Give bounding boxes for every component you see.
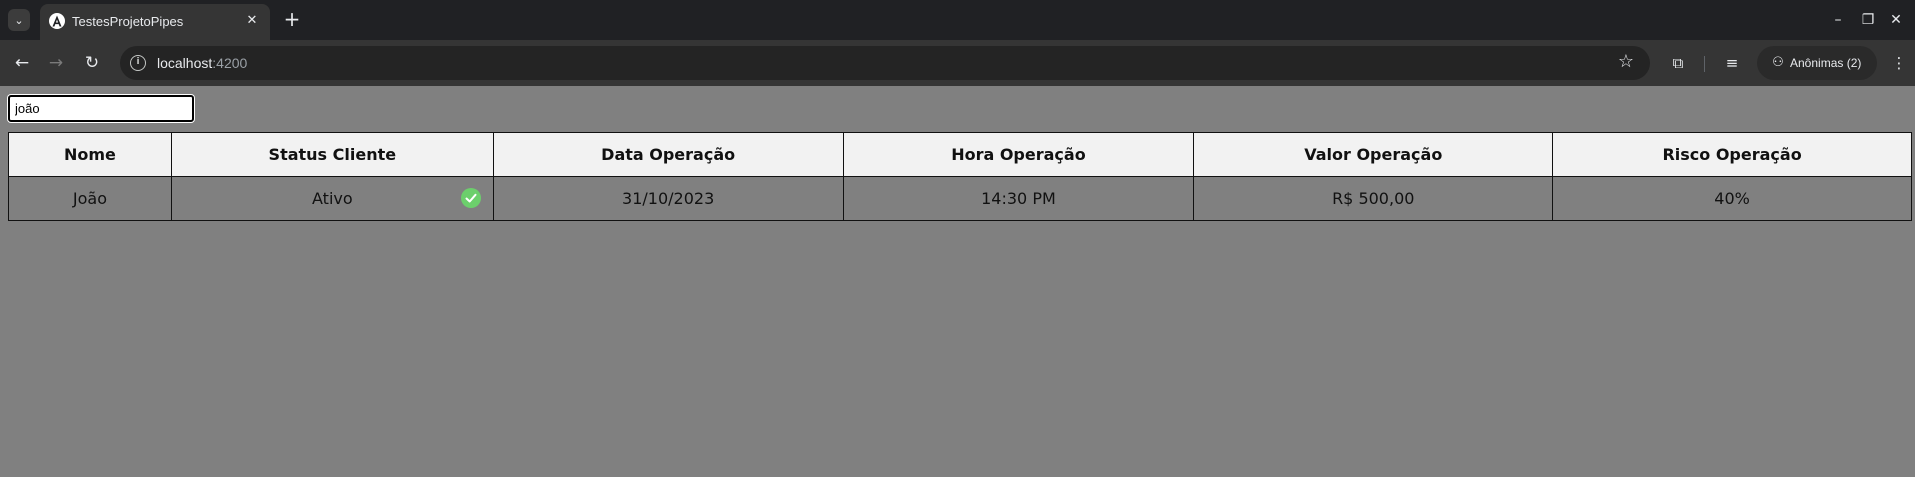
operations-table: Nome Status Cliente Data Operação Hora O… bbox=[8, 132, 1912, 221]
header-status-cliente: Status Cliente bbox=[170, 132, 494, 177]
browser-toolbar: ← → ↻ i localhost:4200 ☆ ⧉ ≡ ⚇ Anônimas … bbox=[0, 40, 1915, 86]
menu-kebab-icon[interactable]: ⋮ bbox=[1887, 51, 1911, 75]
header-nome: Nome bbox=[8, 132, 172, 177]
table-row: João Ativo 31/10/2023 14:30 PM R$ 500,00… bbox=[8, 176, 1912, 221]
close-tab-icon[interactable]: ✕ bbox=[244, 13, 260, 29]
cell-status: Ativo bbox=[170, 176, 494, 221]
new-tab-button[interactable]: + bbox=[282, 9, 302, 29]
restore-icon[interactable]: ❐ bbox=[1858, 10, 1878, 30]
forward-arrow-icon[interactable]: → bbox=[44, 51, 68, 75]
bookmark-star-icon[interactable]: ☆ bbox=[1616, 52, 1636, 72]
url-port: :4200 bbox=[212, 55, 248, 71]
chevron-down-icon: ⌄ bbox=[14, 13, 24, 27]
header-hora-operacao: Hora Operação bbox=[842, 132, 1195, 177]
tab-title: TestesProjetoPipes bbox=[72, 14, 184, 29]
cell-nome: João bbox=[8, 176, 172, 221]
media-queue-icon[interactable]: ≡ bbox=[1720, 51, 1744, 75]
extensions-puzzle-icon[interactable]: ⧉ bbox=[1666, 51, 1690, 75]
profile-label: Anônimas (2) bbox=[1790, 56, 1862, 70]
toolbar-divider bbox=[1704, 56, 1705, 72]
status-text: Ativo bbox=[312, 189, 353, 208]
address-bar[interactable]: i localhost:4200 ☆ bbox=[120, 46, 1650, 80]
header-valor-operacao: Valor Operação bbox=[1193, 132, 1554, 177]
site-info-icon[interactable]: i bbox=[130, 55, 146, 71]
page-content: Nome Status Cliente Data Operação Hora O… bbox=[0, 86, 1915, 477]
tab-active[interactable]: TestesProjetoPipes ✕ bbox=[40, 4, 270, 40]
url-text[interactable]: localhost:4200 bbox=[157, 55, 247, 71]
cell-valor-operacao: R$ 500,00 bbox=[1193, 176, 1554, 221]
check-circle-icon bbox=[460, 188, 481, 208]
minimize-icon[interactable]: – bbox=[1828, 10, 1848, 30]
back-arrow-icon[interactable]: ← bbox=[10, 51, 34, 75]
incognito-icon: ⚇ bbox=[1772, 55, 1784, 70]
close-window-icon[interactable]: ✕ bbox=[1886, 10, 1906, 30]
header-risco-operacao: Risco Operação bbox=[1552, 132, 1912, 177]
reload-icon[interactable]: ↻ bbox=[80, 51, 104, 75]
filter-input[interactable] bbox=[8, 95, 194, 122]
cell-risco-operacao: 40% bbox=[1552, 176, 1912, 221]
tab-strip: ⌄ TestesProjetoPipes ✕ + – ❐ ✕ bbox=[0, 0, 1915, 40]
cell-data-operacao: 31/10/2023 bbox=[492, 176, 844, 221]
table-header-row: Nome Status Cliente Data Operação Hora O… bbox=[8, 132, 1912, 177]
header-data-operacao: Data Operação bbox=[492, 132, 844, 177]
url-host: localhost bbox=[157, 55, 213, 71]
angular-logo-icon bbox=[49, 13, 65, 29]
cell-hora-operacao: 14:30 PM bbox=[842, 176, 1195, 221]
incognito-profile-button[interactable]: ⚇ Anônimas (2) bbox=[1757, 46, 1877, 80]
tab-search-button[interactable]: ⌄ bbox=[8, 9, 30, 31]
